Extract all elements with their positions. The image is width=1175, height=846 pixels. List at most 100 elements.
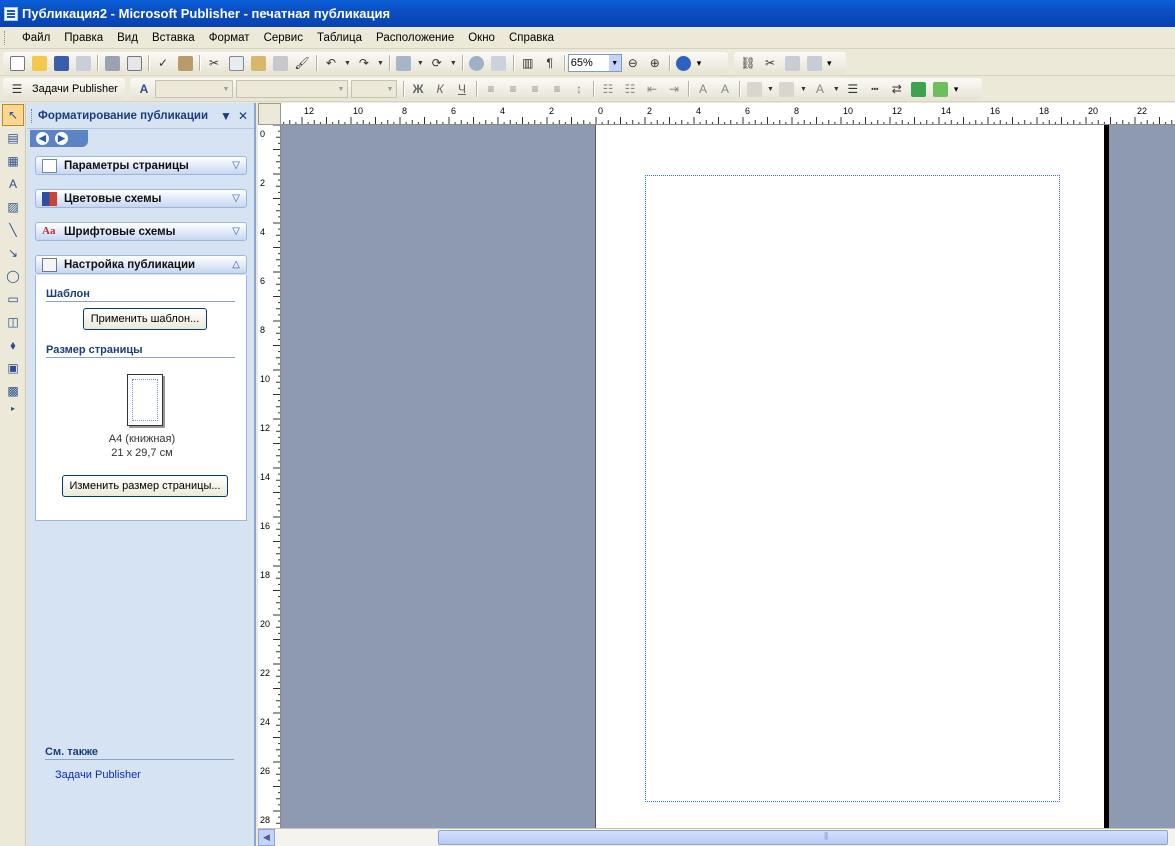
font-color-icon[interactable]: A [809,79,831,99]
shadow-style-icon[interactable] [908,79,930,99]
forward-icon[interactable]: ▶ [55,132,68,145]
menu-format[interactable]: Формат [202,30,257,46]
email-icon[interactable] [72,53,94,73]
business-information-icon[interactable]: ▩ [2,380,24,402]
toolbar-options-icon[interactable]: ▾ [697,58,702,69]
expand-chevron-icon[interactable]: ▽ [232,160,240,171]
scroll-left-icon[interactable]: ◀ [258,829,275,846]
increase-indent-icon[interactable]: ⇥ [663,79,685,99]
tasks-icon[interactable]: ☰ [6,79,28,99]
zoom-in-icon[interactable]: ⊕ [644,53,666,73]
task-pane-menu-icon[interactable]: ▼ [220,109,232,123]
autoshapes-icon[interactable]: ◫ [2,311,24,333]
numbering-icon[interactable]: ☷ [597,79,619,99]
help-icon[interactable] [673,53,695,73]
close-icon[interactable]: ✕ [238,109,248,123]
decrease-indent-icon[interactable]: ⇤ [641,79,663,99]
decrease-font-size-icon[interactable]: A [692,79,714,99]
spelling-icon[interactable]: ✓ [152,53,174,73]
format-painter-icon[interactable]: 🖌 [291,53,313,73]
vertical-ruler[interactable]: 0 2 4 6 8 10 12 14 16 18 20 22 24 26 28 [258,125,281,828]
back-icon[interactable]: ◀ [36,132,49,145]
publisher-app-icon[interactable] [4,6,18,21]
zoom-out-icon[interactable]: ⊖ [622,53,644,73]
scrollbar-thumb[interactable] [438,830,1168,845]
section-publication-setup[interactable]: Настройка публикации △ [35,255,247,274]
section-page-options[interactable]: Параметры страницы ▽ [35,156,247,175]
menu-arrange[interactable]: Расположение [369,30,461,46]
task-pane-grip[interactable] [31,108,34,123]
bring-to-front-icon[interactable] [393,53,415,73]
rectangle-icon[interactable]: ▭ [2,288,24,310]
font-dropdown-icon[interactable]: ▼ [335,86,347,93]
line-color-dropdown-icon[interactable]: ▼ [800,86,807,93]
research-icon[interactable] [174,53,196,73]
increase-font-size-icon[interactable]: A [714,79,736,99]
new-icon[interactable] [6,53,28,73]
save-icon[interactable] [50,53,72,73]
menu-file[interactable]: Файл [15,30,57,46]
hyperlink-icon[interactable] [466,53,488,73]
paste-icon[interactable] [247,53,269,73]
menu-view[interactable]: Вид [110,30,145,46]
style-combo[interactable]: ▼ [155,80,233,98]
publication-page[interactable] [595,125,1109,828]
font-combo[interactable]: ▼ [236,80,348,98]
fill-color-icon[interactable] [743,79,765,99]
line-icon[interactable]: ╲ [2,219,24,241]
redo-icon[interactable]: ↷ [353,53,375,73]
zoom-dropdown-icon[interactable]: ▼ [608,55,621,71]
columns-icon[interactable]: ▥ [517,53,539,73]
zoom-select[interactable]: 65% ▼ [567,54,622,72]
workspace[interactable] [281,125,1175,828]
dash-style-icon[interactable]: ┅ [864,79,886,99]
arrow-style-icon[interactable]: ⇄ [886,79,908,99]
apply-template-button[interactable]: Применить шаблон... [83,308,207,330]
3d-style-icon[interactable] [930,79,952,99]
font-size-combo[interactable]: ▼ [351,80,397,98]
menu-help[interactable]: Справка [502,30,561,46]
fill-color-dropdown-icon[interactable]: ▼ [767,86,774,93]
horizontal-scrollbar[interactable]: ◀ [258,828,1175,846]
line-spacing-icon[interactable]: ↕ [568,79,590,99]
open-icon[interactable] [28,53,50,73]
copy-icon[interactable] [225,53,247,73]
zoom-find-icon[interactable] [488,53,510,73]
text-box-icon[interactable]: ▤ [2,127,24,149]
print-preview-icon[interactable] [123,53,145,73]
undo-icon[interactable]: ↶ [320,53,342,73]
picture-frame-icon[interactable]: ▨ [2,196,24,218]
section-font-schemes[interactable]: Aa Шрифтовые схемы ▽ [35,222,247,241]
italic-button[interactable]: К [429,79,451,99]
font-size-dropdown-icon[interactable]: ▼ [384,86,396,93]
change-page-size-button[interactable]: Изменить размер страницы... [62,475,228,497]
paste-special-icon[interactable] [269,53,291,73]
menu-edit[interactable]: Правка [57,30,110,46]
show-formatting-icon[interactable]: ¶ [539,53,561,73]
rotate-dropdown-icon[interactable]: ▼ [450,60,457,67]
publisher-tasks-link[interactable]: Задачи Publisher [55,769,141,781]
link-text-box-icon[interactable]: ⛓ [737,53,759,73]
expand-chevron-icon[interactable]: ▽ [232,193,240,204]
rotate-icon[interactable]: ⟳ [426,53,448,73]
redo-dropdown-icon[interactable]: ▼ [377,60,384,67]
arrange-dropdown-icon[interactable]: ▼ [417,60,424,67]
ruler-corner[interactable] [258,103,281,125]
collapse-chevron-icon[interactable]: △ [232,259,240,270]
align-left-icon[interactable]: ≡ [480,79,502,99]
menu-insert[interactable]: Вставка [145,30,202,46]
undo-dropdown-icon[interactable]: ▼ [344,60,351,67]
align-center-icon[interactable]: ≡ [502,79,524,99]
page-size-thumbnail[interactable] [127,374,163,426]
align-right-icon[interactable]: ≡ [524,79,546,99]
bullets-icon[interactable]: ☷ [619,79,641,99]
expand-chevron-icon[interactable]: ▽ [232,226,240,237]
menu-grip[interactable] [4,30,7,45]
line-color-icon[interactable] [776,79,798,99]
hot-spot-icon[interactable]: ⬧ [2,334,24,356]
bold-button[interactable]: Ж [407,79,429,99]
formatting-options-icon[interactable]: ▾ [954,84,959,95]
print-icon[interactable] [101,53,123,73]
line-style-icon[interactable]: ☰ [842,79,864,99]
publisher-tasks-button[interactable]: Задачи Publisher [28,83,122,95]
